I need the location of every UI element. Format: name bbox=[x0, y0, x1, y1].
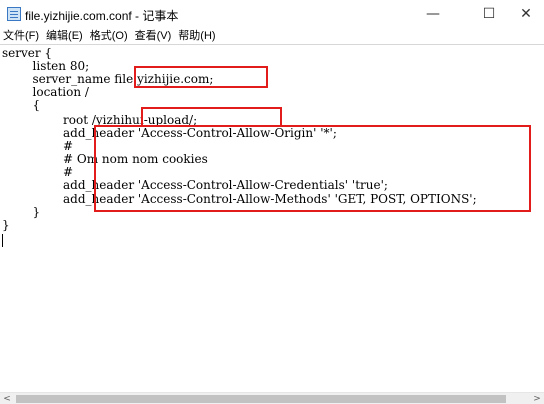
notepad-icon bbox=[7, 7, 21, 21]
scroll-left-arrow-icon[interactable]: < bbox=[0, 393, 14, 404]
highlight-server-name bbox=[134, 66, 268, 88]
highlight-root-path bbox=[141, 107, 282, 127]
text-editor[interactable]: server { listen 80; server_name file.yiz… bbox=[0, 44, 544, 392]
menu-help[interactable]: 帮助(H) bbox=[175, 27, 218, 43]
code-line: } bbox=[2, 218, 10, 232]
menu-view[interactable]: 查看(V) bbox=[132, 27, 175, 43]
menu-edit[interactable]: 编辑(E) bbox=[43, 27, 86, 43]
code-line: { bbox=[2, 98, 41, 112]
menu-bar: 文件(F) 编辑(E) 格式(O) 查看(V) 帮助(H) bbox=[0, 26, 544, 44]
menu-file[interactable]: 文件(F) bbox=[0, 27, 42, 43]
scrollbar-thumb[interactable] bbox=[16, 395, 506, 403]
scroll-right-arrow-icon[interactable]: > bbox=[530, 393, 544, 404]
maximize-button[interactable]: ☐ bbox=[466, 0, 512, 28]
window-title: file.yizhijie.com.conf - 记事本 bbox=[25, 9, 179, 23]
menu-format[interactable]: 格式(O) bbox=[87, 27, 131, 43]
title-bar: file.yizhijie.com.conf - 记事本 — ☐ ✕ bbox=[0, 0, 544, 28]
highlight-headers-block bbox=[94, 125, 531, 212]
minimize-button[interactable]: — bbox=[410, 0, 456, 28]
close-button[interactable]: ✕ bbox=[508, 0, 544, 28]
horizontal-scrollbar[interactable]: < > bbox=[0, 392, 544, 404]
text-caret bbox=[2, 234, 3, 247]
